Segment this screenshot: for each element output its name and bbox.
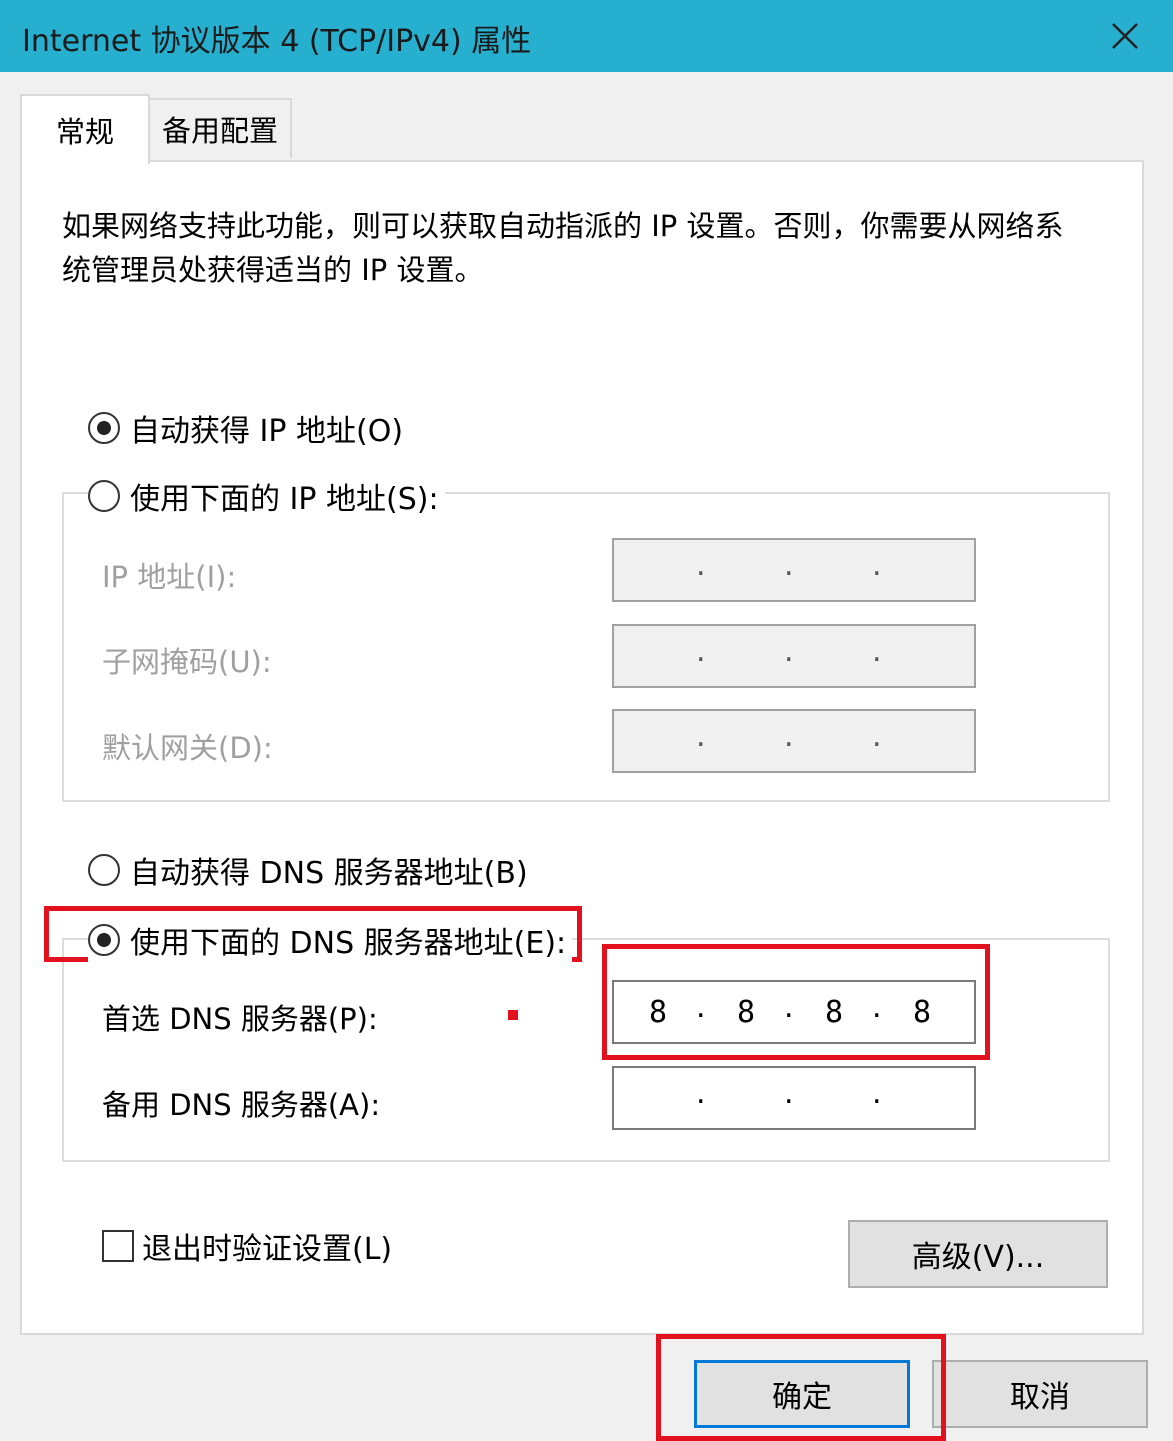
manual-ip-label: 使用下面的 IP 地址(S): [130, 482, 439, 517]
validate-on-exit-row[interactable]: 退出时验证设置(L) [102, 1224, 392, 1268]
manual-dns-radio[interactable] [88, 924, 120, 956]
tab-general-label: 常规 [55, 115, 114, 149]
default-gateway-label: 默认网关(D): [102, 731, 273, 765]
annotation-dot [508, 1010, 518, 1020]
auto-dns-radio[interactable] [88, 854, 120, 886]
tab-alternate-config[interactable]: 备用配置 [150, 98, 292, 158]
subnet-mask-label: 子网掩码(U): [102, 645, 272, 679]
tab-alternate-config-label: 备用配置 [161, 114, 278, 148]
ip-address-input: . . . [612, 538, 976, 602]
validate-on-exit-checkbox[interactable] [102, 1230, 134, 1262]
cancel-button-label: 取消 [1010, 1380, 1070, 1415]
highlight-ok-button [656, 1334, 946, 1441]
title-bar: Internet 协议版本 4 (TCP/IPv4) 属性 [0, 0, 1173, 72]
window-title: Internet 协议版本 4 (TCP/IPv4) 属性 [22, 24, 532, 59]
auto-ip-radio-row[interactable]: 自动获得 IP 地址(O) [88, 406, 410, 450]
auto-dns-label: 自动获得 DNS 服务器地址(B) [130, 856, 528, 891]
general-tab-panel: 如果网络支持此功能，则可以获取自动指派的 IP 设置。否则，你需要从网络系统管理… [20, 160, 1144, 1335]
highlight-preferred-dns [602, 944, 990, 1060]
advanced-button[interactable]: 高级(V)... [848, 1220, 1108, 1288]
auto-ip-radio[interactable] [88, 412, 120, 444]
close-button[interactable] [1103, 14, 1147, 58]
manual-dns-label: 使用下面的 DNS 服务器地址(E): [130, 926, 567, 961]
validate-on-exit-label: 退出时验证设置(L) [142, 1232, 393, 1267]
auto-ip-label: 自动获得 IP 地址(O) [130, 414, 404, 449]
cancel-button[interactable]: 取消 [932, 1360, 1148, 1428]
advanced-button-label: 高级(V)... [911, 1240, 1045, 1275]
dialog-body: 常规 备用配置 如果网络支持此功能，则可以获取自动指派的 IP 设置。否则，你需… [0, 72, 1173, 1441]
manual-ip-radio-row[interactable]: 使用下面的 IP 地址(S): [88, 474, 445, 518]
description-text: 如果网络支持此功能，则可以获取自动指派的 IP 设置。否则，你需要从网络系统管理… [62, 209, 1064, 287]
preferred-dns-label: 首选 DNS 服务器(P): [102, 1002, 378, 1036]
alternate-dns-input[interactable]: . . . [612, 1066, 976, 1130]
tab-general[interactable]: 常规 [20, 94, 150, 164]
auto-dns-radio-row[interactable]: 自动获得 DNS 服务器地址(B) [88, 848, 534, 892]
default-gateway-input: . . . [612, 709, 976, 773]
subnet-mask-input: . . . [612, 624, 976, 688]
manual-dns-radio-row[interactable]: 使用下面的 DNS 服务器地址(E): [88, 918, 573, 962]
manual-ip-radio[interactable] [88, 480, 120, 512]
alternate-dns-label: 备用 DNS 服务器(A): [102, 1088, 381, 1122]
ip-address-label: IP 地址(I): [102, 560, 237, 594]
close-icon [1112, 23, 1138, 49]
